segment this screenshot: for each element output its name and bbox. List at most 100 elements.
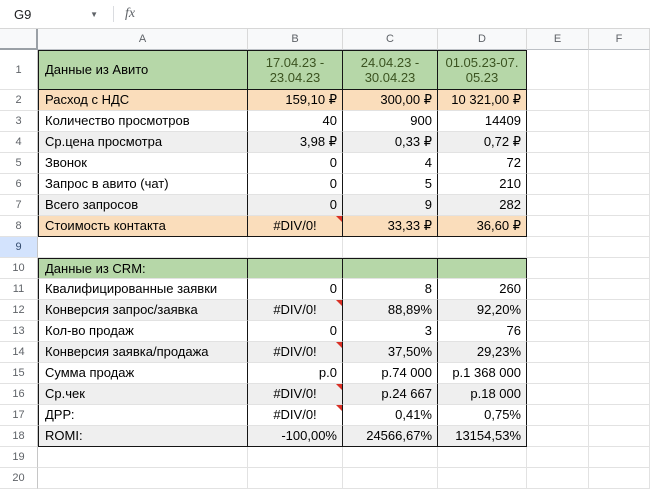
cell-C11[interactable]: 8 [343, 279, 438, 300]
cell-E8[interactable] [527, 216, 589, 237]
cell-F3[interactable] [589, 111, 650, 132]
column-header-F[interactable]: F [589, 29, 650, 50]
cell-C18[interactable]: 24566,67% [343, 426, 438, 447]
row-header-1[interactable]: 1 [0, 50, 38, 90]
cell-F1[interactable] [589, 50, 650, 90]
cell-E4[interactable] [527, 132, 589, 153]
cell-E19[interactable] [527, 447, 589, 468]
cell-E17[interactable] [527, 405, 589, 426]
cell-C8[interactable]: 33,33 ₽ [343, 216, 438, 237]
cell-E1[interactable] [527, 50, 589, 90]
cell-F16[interactable] [589, 384, 650, 405]
cell-C19[interactable] [343, 447, 438, 468]
cell-F13[interactable] [589, 321, 650, 342]
cell-C15[interactable]: р.74 000 [343, 363, 438, 384]
cell-F2[interactable] [589, 90, 650, 111]
cell-A10[interactable]: Данные из CRM: [38, 258, 248, 279]
cell-F15[interactable] [589, 363, 650, 384]
column-header-C[interactable]: C [343, 29, 438, 50]
cell-D17[interactable]: 0,75% [438, 405, 527, 426]
cell-E15[interactable] [527, 363, 589, 384]
cell-B18[interactable]: -100,00% [248, 426, 343, 447]
column-header-D[interactable]: D [438, 29, 527, 50]
cell-A13[interactable]: Кол-во продаж [38, 321, 248, 342]
cell-D7[interactable]: 282 [438, 195, 527, 216]
cell-E14[interactable] [527, 342, 589, 363]
cell-D6[interactable]: 210 [438, 174, 527, 195]
cell-F11[interactable] [589, 279, 650, 300]
chevron-down-icon[interactable]: ▼ [90, 10, 98, 19]
name-box[interactable]: G9 ▼ [14, 7, 102, 22]
cell-A5[interactable]: Звонок [38, 153, 248, 174]
row-header-3[interactable]: 3 [0, 111, 38, 132]
cell-A18[interactable]: ROMI: [38, 426, 248, 447]
cell-F4[interactable] [589, 132, 650, 153]
cell-C17[interactable]: 0,41% [343, 405, 438, 426]
cell-F10[interactable] [589, 258, 650, 279]
cell-B20[interactable] [248, 468, 343, 489]
cell-B8[interactable]: #DIV/0! [248, 216, 343, 237]
cell-C6[interactable]: 5 [343, 174, 438, 195]
cell-B13[interactable]: 0 [248, 321, 343, 342]
cell-C20[interactable] [343, 468, 438, 489]
cell-D4[interactable]: 0,72 ₽ [438, 132, 527, 153]
cell-A19[interactable] [38, 447, 248, 468]
cell-A6[interactable]: Запрос в авито (чат) [38, 174, 248, 195]
cell-E13[interactable] [527, 321, 589, 342]
cell-A4[interactable]: Ср.цена просмотра [38, 132, 248, 153]
cell-A16[interactable]: Ср.чек [38, 384, 248, 405]
cell-A15[interactable]: Сумма продаж [38, 363, 248, 384]
cell-D3[interactable]: 14409 [438, 111, 527, 132]
cell-C13[interactable]: 3 [343, 321, 438, 342]
row-header-20[interactable]: 20 [0, 468, 38, 489]
cell-A9[interactable] [38, 237, 248, 258]
cell-D20[interactable] [438, 468, 527, 489]
cell-D14[interactable]: 29,23% [438, 342, 527, 363]
cell-D19[interactable] [438, 447, 527, 468]
cell-E18[interactable] [527, 426, 589, 447]
cell-F14[interactable] [589, 342, 650, 363]
cell-D18[interactable]: 13154,53% [438, 426, 527, 447]
row-header-7[interactable]: 7 [0, 195, 38, 216]
cell-C7[interactable]: 9 [343, 195, 438, 216]
cell-B12[interactable]: #DIV/0! [248, 300, 343, 321]
cell-F20[interactable] [589, 468, 650, 489]
row-header-5[interactable]: 5 [0, 153, 38, 174]
cell-C12[interactable]: 88,89% [343, 300, 438, 321]
cell-B4[interactable]: 3,98 ₽ [248, 132, 343, 153]
cell-B6[interactable]: 0 [248, 174, 343, 195]
cell-F5[interactable] [589, 153, 650, 174]
cell-A17[interactable]: ДРР: [38, 405, 248, 426]
column-header-E[interactable]: E [527, 29, 589, 50]
cell-E3[interactable] [527, 111, 589, 132]
cell-C9[interactable] [343, 237, 438, 258]
cell-B1[interactable]: 17.04.23 - 23.04.23 [248, 50, 343, 90]
row-header-18[interactable]: 18 [0, 426, 38, 447]
cell-C16[interactable]: р.24 667 [343, 384, 438, 405]
cell-F18[interactable] [589, 426, 650, 447]
cell-A7[interactable]: Всего запросов [38, 195, 248, 216]
cell-B5[interactable]: 0 [248, 153, 343, 174]
cell-A11[interactable]: Квалифицированные заявки [38, 279, 248, 300]
cell-F17[interactable] [589, 405, 650, 426]
cell-B15[interactable]: р.0 [248, 363, 343, 384]
cell-B17[interactable]: #DIV/0! [248, 405, 343, 426]
cell-E20[interactable] [527, 468, 589, 489]
cell-E5[interactable] [527, 153, 589, 174]
cell-D5[interactable]: 72 [438, 153, 527, 174]
cell-D9[interactable] [438, 237, 527, 258]
cell-A14[interactable]: Конверсия заявка/продажа [38, 342, 248, 363]
cell-D16[interactable]: р.18 000 [438, 384, 527, 405]
cell-D8[interactable]: 36,60 ₽ [438, 216, 527, 237]
cell-F6[interactable] [589, 174, 650, 195]
cell-E6[interactable] [527, 174, 589, 195]
row-header-17[interactable]: 17 [0, 405, 38, 426]
cell-B2[interactable]: 159,10 ₽ [248, 90, 343, 111]
cell-F8[interactable] [589, 216, 650, 237]
select-all-corner[interactable] [0, 29, 38, 50]
cell-F9[interactable] [589, 237, 650, 258]
cell-F19[interactable] [589, 447, 650, 468]
row-header-15[interactable]: 15 [0, 363, 38, 384]
cell-C2[interactable]: 300,00 ₽ [343, 90, 438, 111]
row-header-14[interactable]: 14 [0, 342, 38, 363]
